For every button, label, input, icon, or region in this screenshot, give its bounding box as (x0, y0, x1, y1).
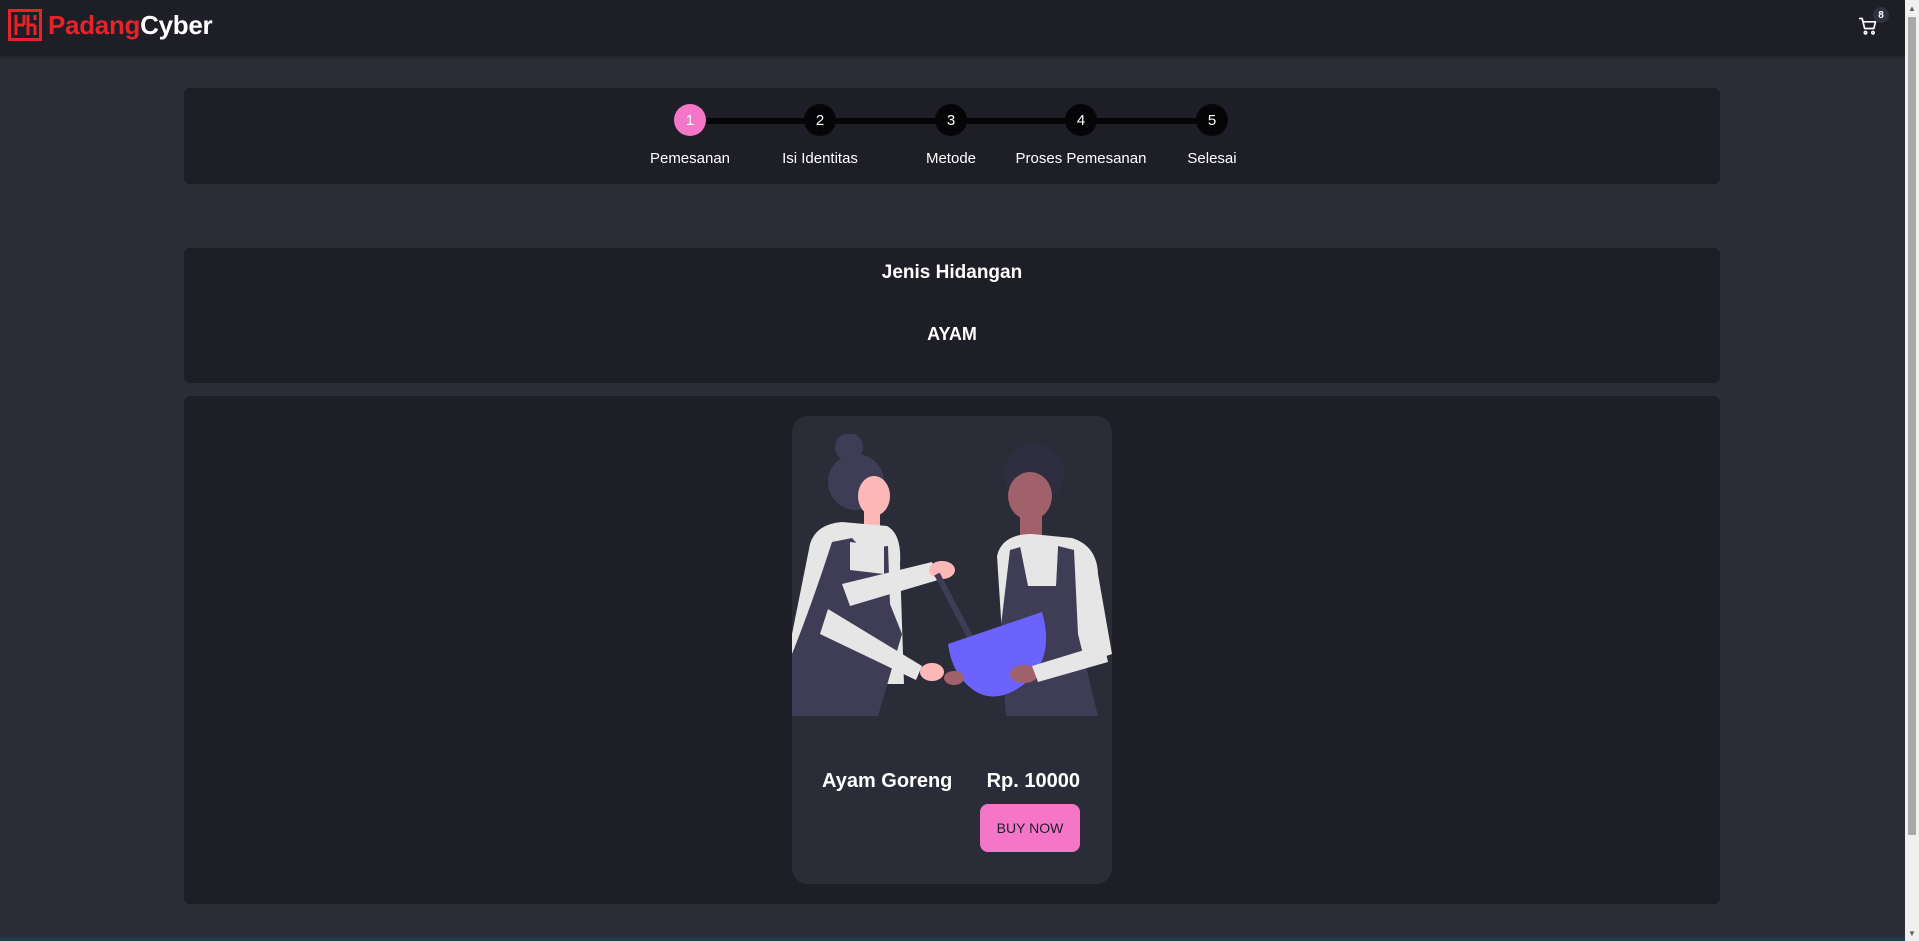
padang-logo-icon (8, 9, 42, 41)
brand-name-part2: Cyber (140, 9, 213, 40)
brand-link[interactable]: PadangCyber (8, 9, 213, 41)
step-5-circle[interactable]: 5 (1196, 104, 1228, 136)
vertical-scrollbar[interactable]: ▲ ▼ (1905, 0, 1919, 941)
category-title: Jenis Hidangan (881, 262, 1023, 283)
cart-button[interactable]: 8 (1858, 7, 1889, 39)
buy-now-button[interactable]: BUY NOW (980, 804, 1080, 852)
product-list: Ayam Goreng Rp. 10000 BUY NOW (184, 396, 1720, 904)
category-panel: Jenis Hidangan AYAM (184, 248, 1720, 383)
order-steps: 1 2 3 4 5 Pemesanan Isi Identitas Metode… (184, 88, 1720, 184)
step-5-label: Selesai (1187, 150, 1237, 167)
step-3-circle[interactable]: 3 (935, 104, 967, 136)
scroll-up-icon[interactable]: ▲ (1905, 0, 1919, 16)
brand-name: PadangCyber (48, 9, 213, 41)
product-name: Ayam Goreng (822, 770, 953, 792)
scrollbar-thumb[interactable] (1908, 17, 1916, 835)
step-1-circle[interactable]: 1 (674, 104, 706, 136)
step-4-circle[interactable]: 4 (1065, 104, 1097, 136)
scroll-down-icon[interactable]: ▼ (1905, 925, 1919, 941)
step-2-circle[interactable]: 2 (804, 104, 836, 136)
cooking-illustration (792, 434, 1112, 716)
cart-count-badge: 8 (1873, 7, 1889, 23)
brand-name-part1: Padang (48, 9, 141, 40)
top-navbar: PadangCyber 8 (0, 0, 1905, 55)
product-card: Ayam Goreng Rp. 10000 BUY NOW (792, 416, 1112, 884)
bottom-edge (0, 937, 1905, 941)
product-price: Rp. 10000 (986, 770, 1080, 792)
category-value: AYAM (927, 324, 977, 344)
